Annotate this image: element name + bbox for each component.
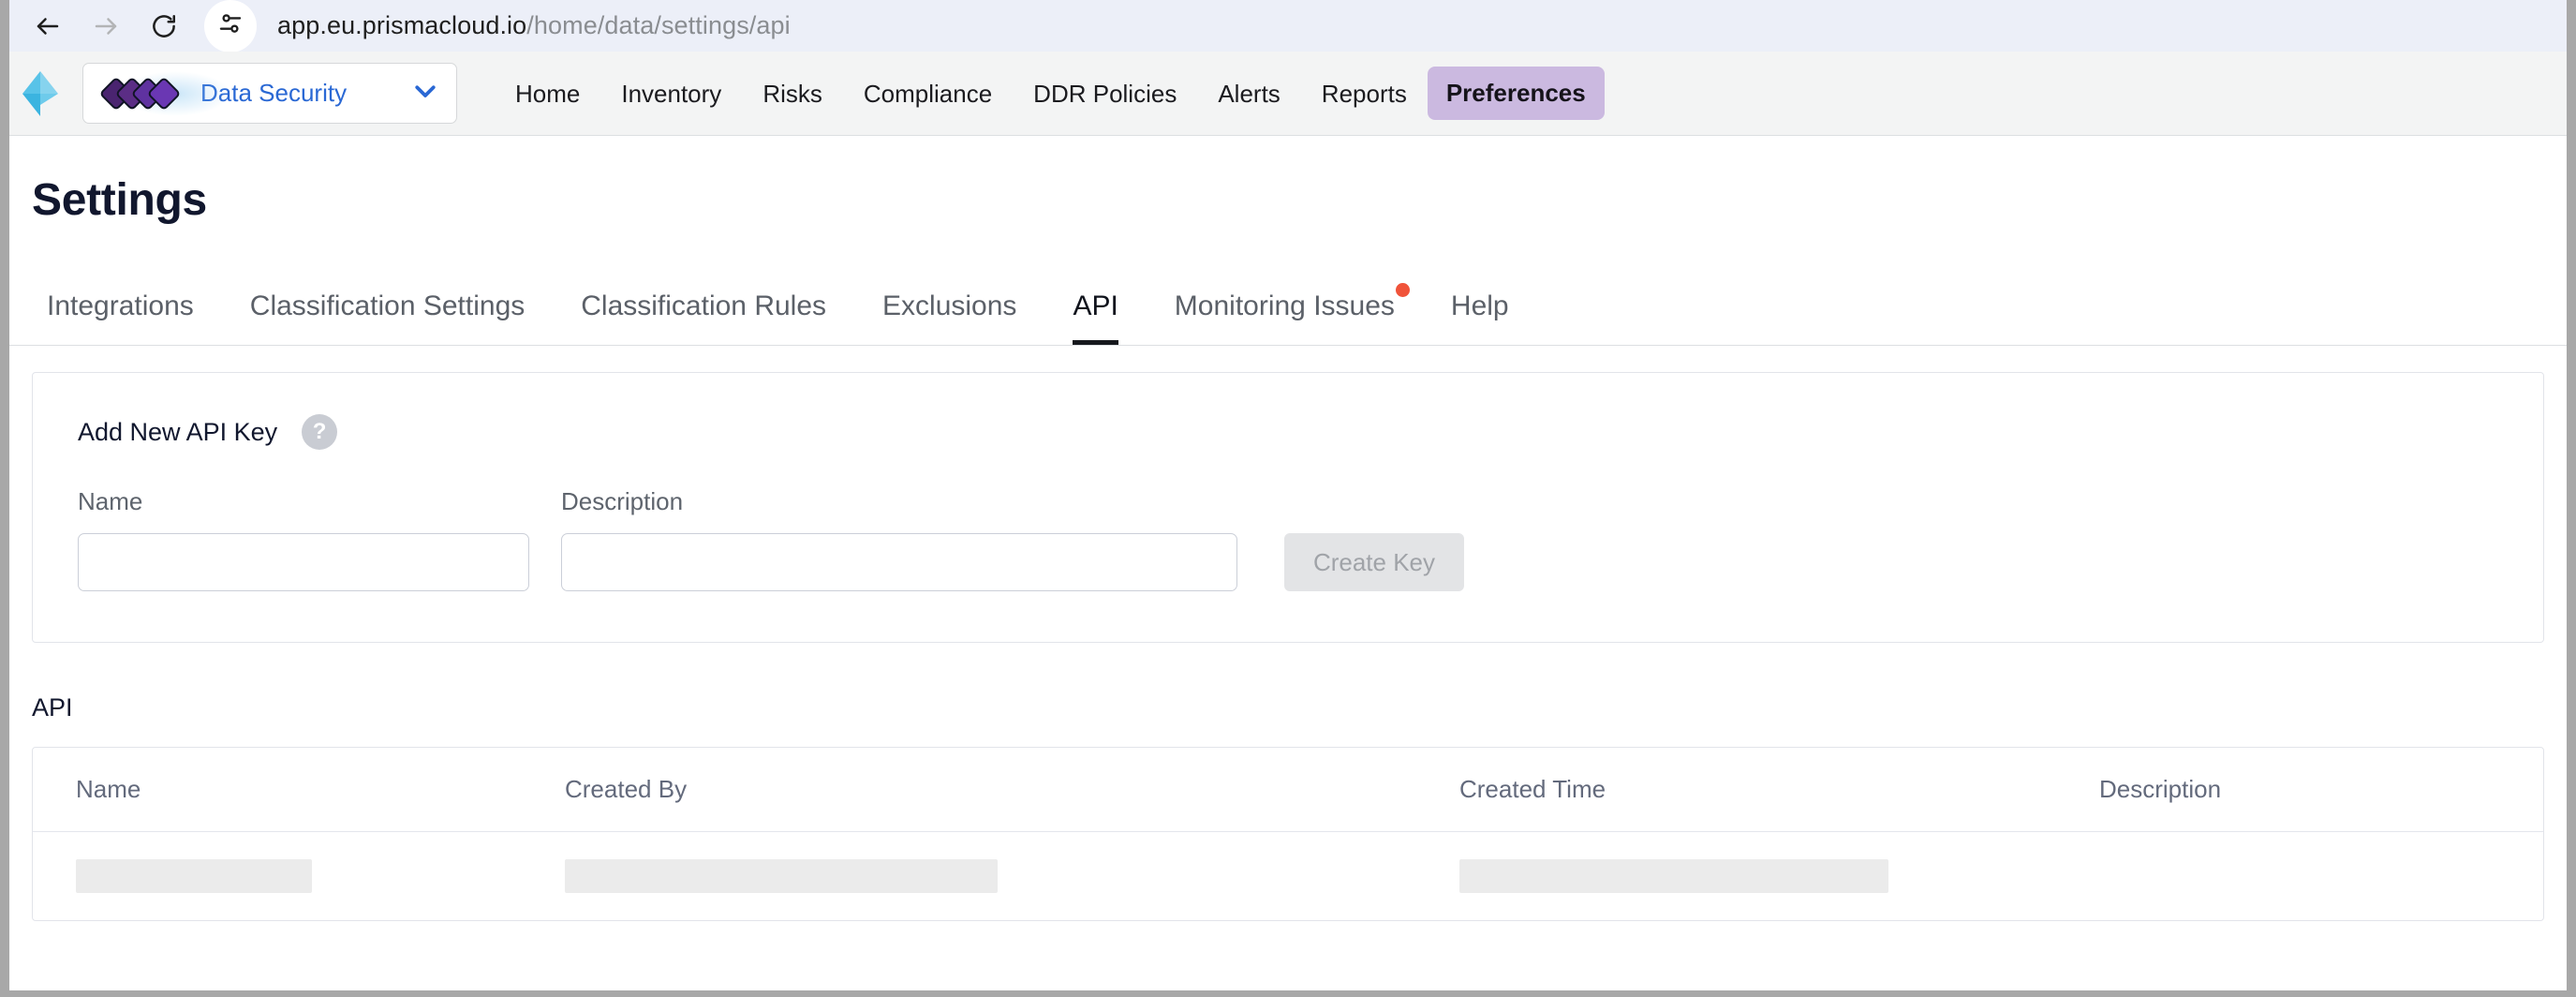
nav-link-ddr-policies[interactable]: DDR Policies [1013, 52, 1197, 136]
app-switcher-label: Data Security [200, 79, 411, 108]
nav-link-compliance[interactable]: Compliance [843, 52, 1013, 136]
window-edge-bottom [0, 990, 2576, 997]
skeleton-placeholder [1459, 859, 1888, 893]
add-new-api-key-card: Add New API Key ? Name Description Creat… [32, 372, 2544, 643]
nav-link-alerts[interactable]: Alerts [1197, 52, 1300, 136]
cell-created-by [565, 859, 1459, 893]
prisma-cloud-logo-icon[interactable] [11, 52, 69, 136]
column-header-name[interactable]: Name [76, 775, 565, 804]
description-field-label: Description [561, 487, 1237, 516]
tab-help[interactable]: Help [1423, 290, 1537, 345]
tab-monitoring-issues-label: Monitoring Issues [1175, 290, 1395, 321]
settings-content: Add New API Key ? Name Description Creat… [9, 346, 2567, 921]
skeleton-placeholder [565, 859, 998, 893]
column-header-created-by[interactable]: Created By [565, 775, 1459, 804]
forward-arrow-icon [92, 12, 120, 40]
window-edge-right [2567, 0, 2576, 997]
back-button[interactable] [19, 0, 77, 52]
api-section-title: API [32, 693, 2544, 722]
settings-tabs: Integrations Classification Settings Cla… [9, 265, 2567, 346]
description-field-group: Description [561, 487, 1237, 591]
reload-icon [150, 12, 178, 40]
notification-dot-icon [1396, 283, 1410, 297]
create-key-button[interactable]: Create Key [1284, 533, 1464, 591]
column-header-created-time[interactable]: Created Time [1459, 775, 2099, 804]
name-input[interactable] [78, 533, 529, 591]
api-table-section: API Name Created By Created Time Descrip… [32, 693, 2544, 921]
address-bar[interactable]: app.eu.prismacloud.io/home/data/settings… [193, 0, 2567, 52]
tab-classification-rules[interactable]: Classification Rules [553, 290, 854, 345]
table-row[interactable] [33, 832, 2543, 920]
page-title: Settings [9, 137, 2567, 226]
tab-api[interactable]: API [1044, 290, 1146, 345]
add-new-api-key-header: Add New API Key ? [78, 414, 2498, 450]
browser-toolbar: app.eu.prismacloud.io/home/data/settings… [9, 0, 2567, 52]
tab-classification-settings[interactable]: Classification Settings [222, 290, 553, 345]
forward-button[interactable] [77, 0, 135, 52]
nav-link-home[interactable]: Home [495, 52, 600, 136]
back-arrow-icon [34, 12, 62, 40]
nav-link-inventory[interactable]: Inventory [600, 52, 742, 136]
tab-integrations[interactable]: Integrations [32, 290, 222, 345]
name-field-label: Name [78, 487, 529, 516]
nav-link-risks[interactable]: Risks [742, 52, 843, 136]
api-table-header-row: Name Created By Created Time Description [33, 748, 2543, 832]
tab-exclusions[interactable]: Exclusions [854, 290, 1044, 345]
app-top-nav: Data Security Home Inventory Risks Compl… [9, 52, 2567, 136]
url-path: /home/data/settings/api [526, 11, 790, 39]
add-new-api-key-title: Add New API Key [78, 418, 277, 447]
chevron-down-icon [411, 77, 439, 110]
browser-window: app.eu.prismacloud.io/home/data/settings… [0, 0, 2576, 997]
data-security-diamonds-icon [104, 82, 176, 106]
tab-monitoring-issues[interactable]: Monitoring Issues [1147, 290, 1423, 345]
column-header-description[interactable]: Description [2099, 775, 2543, 804]
nav-link-reports[interactable]: Reports [1301, 52, 1428, 136]
app-nav-links: Home Inventory Risks Compliance DDR Poli… [495, 52, 1605, 136]
cell-name [76, 859, 565, 893]
name-field-group: Name [78, 487, 529, 591]
site-settings-button[interactable] [204, 0, 257, 52]
url-host: app.eu.prismacloud.io [277, 11, 526, 39]
window-edge-left [0, 0, 9, 997]
url-text: app.eu.prismacloud.io/home/data/settings… [277, 11, 791, 40]
cell-created-time [1459, 859, 2099, 893]
skeleton-placeholder [76, 859, 312, 893]
nav-link-preferences[interactable]: Preferences [1428, 67, 1605, 120]
description-input[interactable] [561, 533, 1237, 591]
add-new-api-key-form: Name Description Create Key [78, 487, 2498, 591]
help-question-icon[interactable]: ? [302, 414, 337, 450]
api-table: Name Created By Created Time Description [32, 747, 2544, 921]
page-body: Settings Integrations Classification Set… [9, 137, 2567, 990]
reload-button[interactable] [135, 0, 193, 52]
tune-sliders-icon [216, 9, 244, 42]
app-switcher-dropdown[interactable]: Data Security [82, 63, 457, 124]
